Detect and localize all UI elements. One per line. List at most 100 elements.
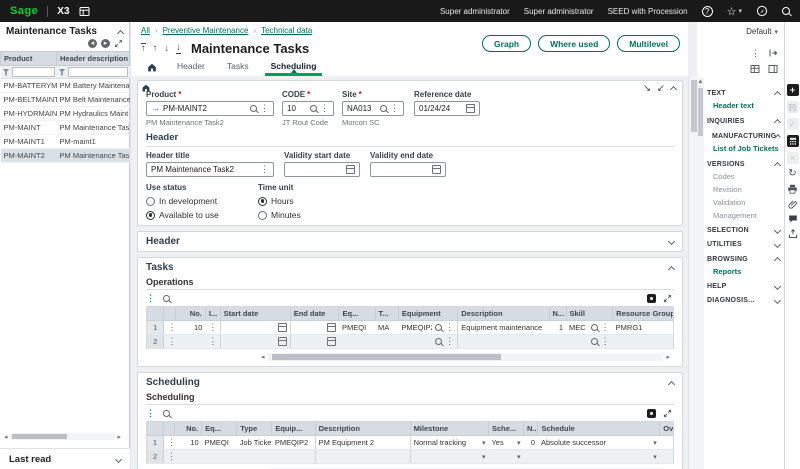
reference-date-input[interactable] — [419, 104, 463, 113]
multilevel-button[interactable]: Multilevel — [617, 35, 680, 52]
operations-hscrollbar[interactable]: ◂ ▸ — [261, 352, 670, 361]
link-reports[interactable]: Reports — [713, 267, 780, 276]
comment-icon[interactable] — [788, 214, 798, 224]
list-item[interactable]: PM-BELTMAINTPM Belt Maintenance — [1, 93, 130, 107]
explore-compass-icon[interactable] — [756, 5, 768, 17]
calculator-button[interactable] — [787, 135, 799, 147]
chevron-up-icon[interactable] — [774, 91, 781, 98]
user-role-label[interactable]: Super administrator — [440, 7, 510, 16]
expand-panel-icon[interactable] — [114, 39, 123, 48]
scroll-left-icon[interactable]: ◂ — [261, 353, 265, 361]
chevron-up-icon[interactable] — [774, 119, 781, 126]
list-item-selected[interactable]: PM-MAINT2PM Maintenance Tas — [1, 149, 130, 163]
scroll-right-icon[interactable]: ▸ — [117, 433, 121, 441]
table-expand-icon[interactable] — [663, 409, 672, 418]
where-used-button[interactable]: Where used — [538, 35, 610, 52]
environment-label[interactable]: SEED with Procession — [608, 7, 688, 16]
refresh-icon[interactable]: ↻ — [788, 169, 796, 179]
link-management[interactable]: Management — [713, 211, 780, 220]
chevron-up-icon[interactable] — [774, 257, 781, 264]
chevron-down-icon[interactable] — [774, 241, 781, 248]
lookup-search-icon[interactable] — [435, 324, 442, 331]
scrollbar-thumb[interactable] — [12, 434, 67, 439]
col-resource-group[interactable]: Resource Group — [613, 307, 674, 321]
section-browsing[interactable]: BROWSING — [707, 255, 780, 263]
scheduling-row[interactable]: 2 ⋮ ▾ ▾ ▾ — [147, 450, 674, 464]
code-input[interactable] — [287, 104, 307, 113]
table-expand-icon[interactable] — [663, 294, 672, 303]
product-column-header[interactable]: Product — [1, 52, 57, 66]
calendar-icon[interactable] — [327, 337, 336, 346]
search-icon[interactable] — [782, 7, 790, 15]
col-equip[interactable]: Equip... — [272, 422, 315, 436]
scrollbar-thumb[interactable] — [698, 88, 703, 136]
field-more-icon[interactable]: ⋮ — [601, 323, 610, 332]
col-description[interactable]: Description — [458, 307, 549, 321]
export-icon[interactable] — [788, 229, 798, 239]
operations-row[interactable]: 1 ⋮ 10 ⋮ PMEQI MA PMEQIP2⋮ Equipment mai… — [147, 321, 674, 335]
filter-funnel-icon[interactable] — [59, 69, 66, 76]
goto-arrow-icon[interactable]: → — [151, 104, 160, 113]
header-collapsed-panel[interactable]: Header — [137, 231, 683, 252]
section-text[interactable]: TEXT — [707, 89, 780, 97]
calendar-icon[interactable] — [466, 104, 475, 113]
radio-hours[interactable] — [258, 197, 267, 206]
col-n[interactable]: N... — [549, 307, 566, 321]
list-item[interactable]: PM-MAINT1PM-maint1 — [1, 135, 130, 149]
field-more-icon[interactable]: ⋮ — [445, 337, 454, 346]
validity-end-input[interactable] — [375, 165, 429, 174]
prev-page-icon[interactable]: ◂ — [88, 39, 97, 48]
more-actions-icon[interactable]: ⋮ — [751, 49, 760, 58]
link-revision[interactable]: Revision — [713, 185, 780, 194]
section-help[interactable]: HELP — [707, 283, 780, 290]
scrollbar-thumb[interactable] — [272, 354, 502, 360]
calendar-icon[interactable] — [278, 337, 287, 346]
column-layout-icon[interactable] — [768, 64, 778, 74]
section-selection[interactable]: SELECTION — [707, 227, 780, 234]
operations-row[interactable]: 2 ⋮ ⋮ ⋮ ⋮ — [147, 335, 674, 349]
section-versions[interactable]: VERSIONS — [707, 160, 780, 168]
col-overlap[interactable]: Overlap... — [660, 422, 674, 436]
col-schedule[interactable]: Schedule — [538, 422, 660, 436]
sage-logo[interactable]: Sage — [10, 5, 38, 17]
new-record-button[interactable]: + — [787, 84, 799, 96]
row-menu-icon[interactable]: ⋮ — [208, 322, 217, 332]
table-search-icon[interactable] — [163, 295, 170, 302]
section-diagnosis[interactable]: DIAGNOSIS... — [707, 297, 780, 304]
radio-in-development[interactable] — [146, 197, 155, 206]
scroll-up-icon[interactable]: ▲ — [697, 78, 704, 86]
print-icon[interactable] — [787, 184, 798, 194]
help-icon[interactable]: ? — [702, 6, 713, 17]
collapse-section-icon[interactable] — [670, 86, 677, 93]
open-panel-icon[interactable] — [768, 48, 778, 58]
calendar-icon[interactable] — [327, 323, 336, 332]
calendar-icon[interactable] — [346, 165, 355, 174]
chevron-down-icon[interactable] — [774, 297, 781, 304]
attachment-icon[interactable] — [788, 199, 798, 209]
last-record-icon[interactable]: ↓ — [176, 43, 181, 54]
header-title-input[interactable] — [151, 165, 257, 174]
row-menu-icon[interactable]: ⋮ — [167, 437, 175, 447]
view-selector[interactable]: Default ▾ — [746, 27, 778, 36]
dropdown-caret-icon[interactable]: ▾ — [653, 453, 657, 461]
apps-grid-icon[interactable] — [79, 6, 90, 17]
next-record-icon[interactable]: ↓ — [165, 44, 170, 54]
field-more-icon[interactable]: ⋮ — [320, 104, 329, 113]
link-codes[interactable]: Codes — [713, 172, 780, 181]
lookup-search-icon[interactable] — [591, 324, 598, 331]
radio-minutes[interactable] — [258, 211, 267, 220]
link-list-of-job-tickets[interactable]: List of Job Tickets — [713, 144, 780, 153]
expand-header-panel-icon[interactable] — [668, 238, 675, 245]
radio-available-to-use[interactable] — [146, 211, 155, 220]
scroll-left-icon[interactable]: ◂ — [4, 433, 8, 441]
view-selector-caret-icon[interactable]: ▾ — [774, 28, 778, 36]
field-more-icon[interactable]: ⋮ — [260, 104, 269, 113]
col-equipment[interactable]: Equipment — [398, 307, 457, 321]
breadcrumb-link-all[interactable]: All — [141, 26, 150, 35]
last-read-caret-icon[interactable] — [115, 455, 122, 462]
field-more-icon[interactable]: ⋮ — [390, 104, 399, 113]
tab-scheduling[interactable]: Scheduling — [261, 58, 327, 76]
calendar-icon[interactable] — [432, 165, 441, 174]
col-type[interactable]: Type — [237, 422, 272, 436]
site-input[interactable] — [347, 104, 377, 113]
